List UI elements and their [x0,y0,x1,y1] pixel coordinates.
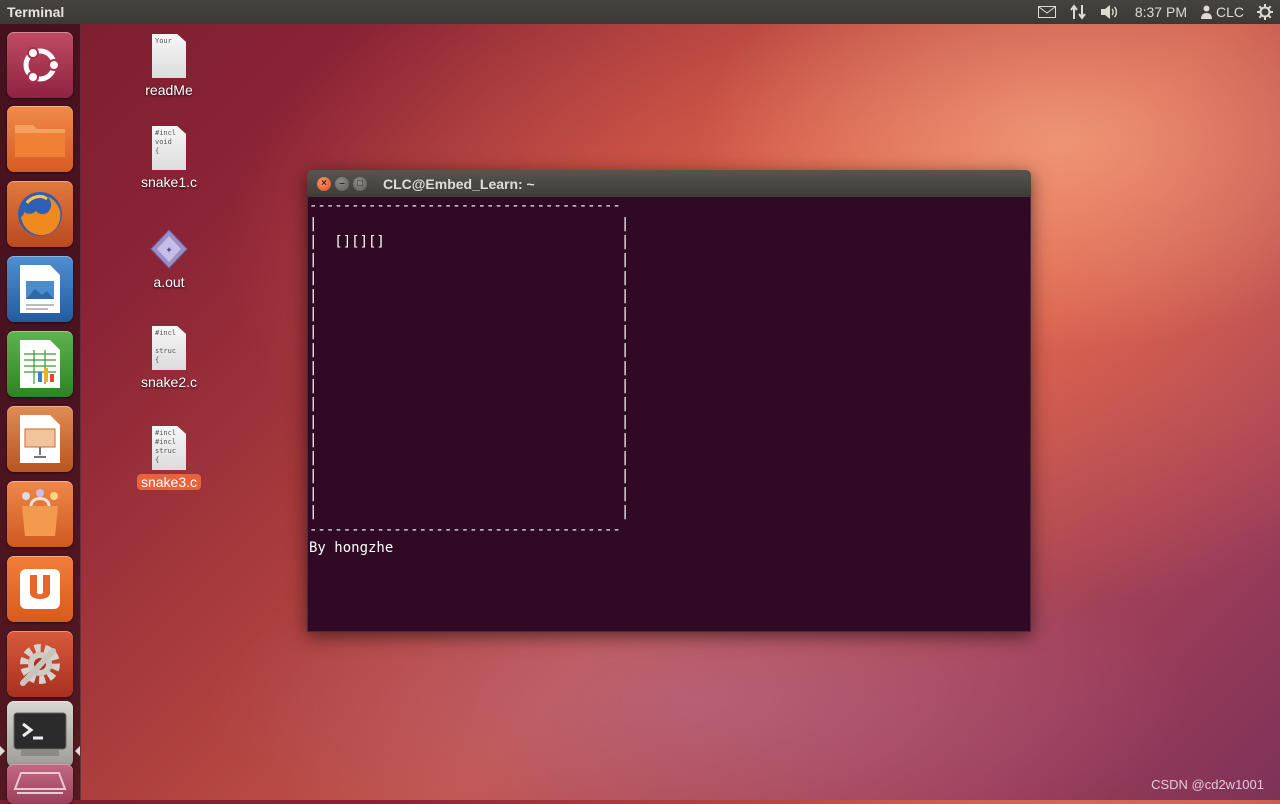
terminal-running-indicator [0,746,5,756]
watermark: CSDN @cd2w1001 [1151,777,1264,792]
maximize-button[interactable]: □ [353,176,367,191]
desktop-icon-label: a.out [153,274,185,290]
workspace-icon [13,772,67,794]
c-source-file-icon: #incl void { [152,126,186,170]
desktop-icon-readme[interactable]: Your readMe [129,34,209,98]
launcher-terminal[interactable] [7,701,73,767]
active-app-title: Terminal [7,4,65,20]
executable-icon: ✦ [150,229,188,269]
impress-icon [20,415,60,463]
session-gear-icon[interactable] [1250,0,1280,24]
minimize-button[interactable]: – [335,176,349,191]
ubuntu-one-icon [20,569,60,609]
c-source-file-icon: #incl #incl struc { [152,426,186,470]
launcher-firefox[interactable] [7,181,73,247]
indicator-area: 8:37 PM CLC [1031,0,1280,24]
folder-icon [15,125,65,157]
launcher-libreoffice-impress[interactable] [7,406,73,472]
network-icon[interactable] [1063,0,1093,24]
launcher-system-settings[interactable] [7,631,73,697]
launcher [0,24,81,804]
ubuntu-logo-icon [23,47,60,83]
launcher-libreoffice-calc[interactable] [7,331,73,397]
c-source-file-icon: #incl struc { [152,326,186,370]
top-panel: Terminal 8:37 PM CLC [0,0,1280,24]
volume-icon[interactable] [1093,0,1127,24]
window-title: CLC@Embed_Learn: ~ [383,175,535,192]
mail-icon[interactable] [1031,0,1063,24]
desktop-icon-label: readMe [145,82,193,98]
software-center-icon [22,489,58,536]
user-name: CLC [1215,4,1244,20]
terminal-window: × – □ CLC@Embed_Learn: ~ ---------------… [307,170,1031,632]
close-button[interactable]: × [317,176,331,191]
terminal-screen[interactable]: ------------------------------------- | … [307,197,1031,632]
window-titlebar[interactable]: × – □ CLC@Embed_Learn: ~ [307,170,1031,197]
desktop-icon-snake3[interactable]: #incl #incl struc { snake3.c [129,426,209,490]
clock[interactable]: 8:37 PM [1127,0,1195,24]
svg-text:✦: ✦ [165,246,173,256]
user-icon [1200,5,1212,19]
terminal-focused-indicator [75,746,80,756]
settings-icon [20,644,60,686]
desktop-icon-label: snake2.c [140,374,198,390]
launcher-dash-home[interactable] [7,32,73,98]
user-menu[interactable]: CLC [1195,0,1250,24]
firefox-icon [18,192,62,236]
desktop-icon-label: snake1.c [140,174,198,190]
desktop-icon-snake2[interactable]: #incl struc { snake2.c [129,326,209,390]
desktop-icon-a-out[interactable]: ✦ a.out [129,228,209,290]
launcher-libreoffice-writer[interactable] [7,256,73,322]
calc-icon [20,340,60,388]
terminal-icon [13,712,67,756]
launcher-workspace-switcher[interactable] [7,764,73,804]
launcher-software-center[interactable] [7,481,73,547]
writer-icon [20,265,60,313]
launcher-ubuntu-one[interactable] [7,556,73,622]
desktop-icon-label-selected: snake3.c [136,474,202,490]
desktop-icon-snake1[interactable]: #incl void { snake1.c [129,126,209,190]
terminal-output: ------------------------------------- | … [309,198,630,556]
text-file-icon: Your [152,34,186,78]
launcher-files[interactable] [7,106,73,172]
